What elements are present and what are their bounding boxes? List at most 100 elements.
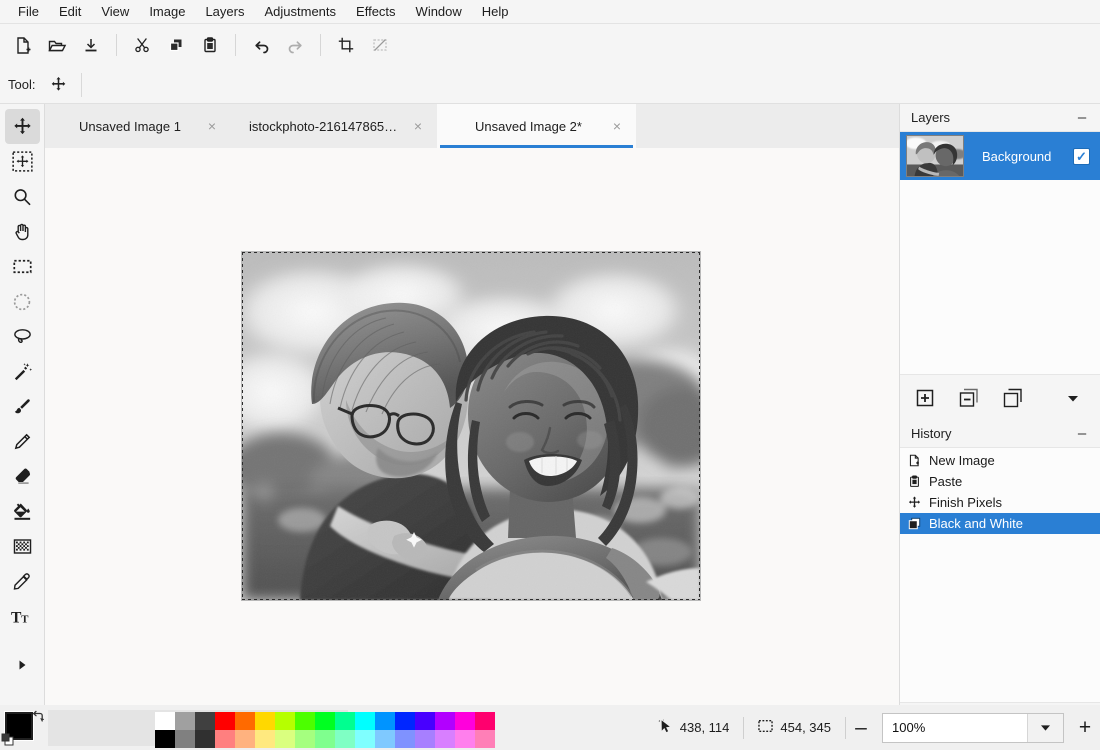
palette-swatch[interactable] <box>355 730 375 748</box>
undo-icon[interactable] <box>244 29 278 61</box>
palette-swatch[interactable] <box>435 712 455 730</box>
crop-to-selection-icon[interactable] <box>329 29 363 61</box>
open-image-icon[interactable] <box>40 29 74 61</box>
delete-layer-icon[interactable] <box>956 385 982 411</box>
move-selection-tool[interactable] <box>5 144 40 179</box>
minimize-icon[interactable]: – <box>1074 110 1090 126</box>
palette-swatch[interactable] <box>355 712 375 730</box>
palette-swatch[interactable] <box>235 712 255 730</box>
menu-view[interactable]: View <box>91 1 139 23</box>
menu-window[interactable]: Window <box>406 1 472 23</box>
palette-swatch[interactable] <box>215 730 235 748</box>
palette-swatch[interactable] <box>455 730 475 748</box>
zoom-level-value[interactable]: 100% <box>883 720 1027 735</box>
pencil-tool[interactable] <box>5 424 40 459</box>
pan-tool[interactable] <box>5 214 40 249</box>
palette-swatch[interactable] <box>295 730 315 748</box>
canvas-area[interactable] <box>45 148 899 705</box>
menu-effects[interactable]: Effects <box>346 1 406 23</box>
paste-icon[interactable] <box>193 29 227 61</box>
palette-swatch[interactable] <box>315 712 335 730</box>
palette-swatch[interactable] <box>435 730 455 748</box>
zoom-tool[interactable] <box>5 179 40 214</box>
palette-swatch[interactable] <box>255 712 275 730</box>
rectangle-select-tool[interactable] <box>5 249 40 284</box>
palette-swatch[interactable] <box>195 730 215 748</box>
menu-adjustments[interactable]: Adjustments <box>254 1 346 23</box>
palette-swatch[interactable] <box>295 712 315 730</box>
palette-swatch[interactable] <box>155 730 175 748</box>
close-icon[interactable]: × <box>409 117 427 135</box>
close-icon[interactable]: × <box>608 117 626 135</box>
redo-icon[interactable] <box>278 29 312 61</box>
new-image-icon[interactable] <box>6 29 40 61</box>
palette-swatch[interactable] <box>215 712 235 730</box>
palette-swatch[interactable] <box>335 712 355 730</box>
color-palette-last-column[interactable] <box>475 712 495 748</box>
palette-swatch[interactable] <box>235 730 255 748</box>
paintbrush-tool[interactable] <box>5 389 40 424</box>
layer-visibility-checkbox[interactable]: ✓ <box>1073 148 1090 165</box>
palette-swatch[interactable] <box>155 712 175 730</box>
menu-edit[interactable]: Edit <box>49 1 91 23</box>
palette-swatch[interactable] <box>415 712 435 730</box>
close-icon[interactable]: × <box>203 117 221 135</box>
chevron-down-icon[interactable] <box>1027 714 1063 742</box>
zoom-combo[interactable]: 100% <box>882 713 1064 743</box>
recently-used-colors[interactable] <box>46 705 150 750</box>
palette-swatch[interactable] <box>455 712 475 730</box>
palette-swatch[interactable] <box>275 730 295 748</box>
palette-swatch[interactable] <box>335 730 355 748</box>
color-swatches[interactable] <box>0 705 46 750</box>
menu-file[interactable]: File <box>8 1 49 23</box>
color-picker-tool[interactable] <box>5 564 40 599</box>
layers-list[interactable]: Background ✓ <box>900 131 1100 374</box>
tab-unsaved-image-1[interactable]: Unsaved Image 1 × <box>45 104 231 148</box>
palette-swatch[interactable] <box>275 712 295 730</box>
palette-swatch[interactable] <box>255 730 275 748</box>
palette-swatch[interactable] <box>415 730 435 748</box>
minimize-icon[interactable]: – <box>1074 426 1090 442</box>
palette-swatch[interactable] <box>195 712 215 730</box>
tab-unsaved-image-2[interactable]: Unsaved Image 2* × <box>437 104 636 148</box>
swap-colors-icon[interactable] <box>31 709 45 723</box>
palette-swatch[interactable] <box>375 730 395 748</box>
zoom-out-button[interactable]: – <box>846 713 876 743</box>
image-canvas[interactable] <box>242 252 700 600</box>
tab-istockphoto[interactable]: istockphoto-2161478657-1... × <box>231 104 437 148</box>
more-tools-chevron-icon[interactable] <box>5 650 40 680</box>
reset-colors-icon[interactable] <box>1 733 15 747</box>
palette-swatch[interactable] <box>475 712 495 730</box>
current-tool-icon[interactable] <box>43 72 73 98</box>
history-item-black-and-white[interactable]: Black and White <box>900 513 1100 534</box>
move-selected-pixels-tool[interactable] <box>5 109 40 144</box>
history-list[interactable]: New Image Paste Finish P <box>900 447 1100 702</box>
eraser-tool[interactable] <box>5 459 40 494</box>
palette-swatch[interactable] <box>475 730 495 748</box>
text-tool[interactable]: T T <box>5 599 40 634</box>
menu-layers[interactable]: Layers <box>195 1 254 23</box>
palette-swatch[interactable] <box>395 730 415 748</box>
gradient-tool[interactable] <box>5 529 40 564</box>
zoom-in-button[interactable]: + <box>1070 713 1100 743</box>
menu-image[interactable]: Image <box>139 1 195 23</box>
layer-menu-caret-icon[interactable] <box>1060 385 1086 411</box>
duplicate-layer-icon[interactable] <box>1000 385 1026 411</box>
palette-swatch[interactable] <box>375 712 395 730</box>
magic-wand-tool[interactable] <box>5 354 40 389</box>
palette-swatch[interactable] <box>315 730 335 748</box>
layer-row-background[interactable]: Background ✓ <box>900 132 1100 180</box>
history-item-new-image[interactable]: New Image <box>900 450 1100 471</box>
history-item-finish-pixels[interactable]: Finish Pixels <box>900 492 1100 513</box>
add-new-layer-icon[interactable] <box>912 385 938 411</box>
save-image-icon[interactable] <box>74 29 108 61</box>
paint-bucket-tool[interactable] <box>5 494 40 529</box>
palette-swatch[interactable] <box>175 712 195 730</box>
deselect-all-icon[interactable] <box>363 29 397 61</box>
ellipse-select-tool[interactable] <box>5 284 40 319</box>
lasso-select-tool[interactable] <box>5 319 40 354</box>
history-item-paste[interactable]: Paste <box>900 471 1100 492</box>
color-palette[interactable] <box>155 712 475 748</box>
menu-help[interactable]: Help <box>472 1 519 23</box>
cut-icon[interactable] <box>125 29 159 61</box>
